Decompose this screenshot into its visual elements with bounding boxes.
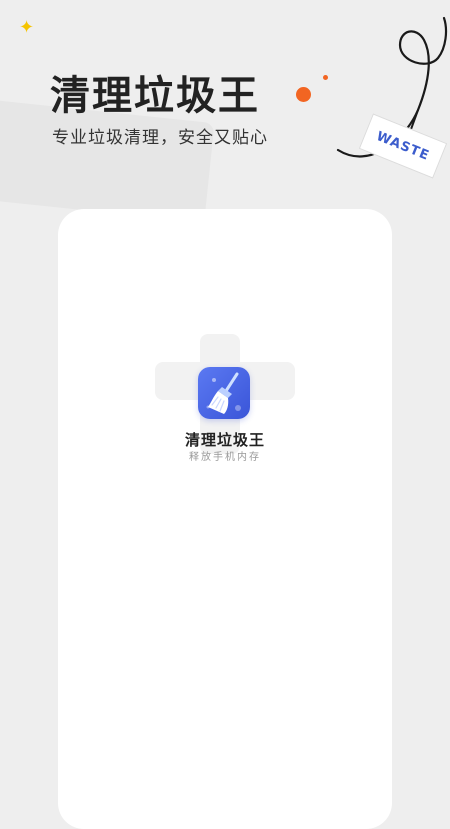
string-decoration — [336, 16, 448, 158]
splash-card — [58, 209, 392, 829]
waste-tag-label: WASTE — [374, 128, 432, 164]
app-logo — [198, 367, 250, 419]
app-tagline: 释放手机内存 — [189, 452, 261, 463]
app-name: 清理垃圾王 — [184, 432, 265, 449]
broom-icon — [206, 372, 241, 414]
